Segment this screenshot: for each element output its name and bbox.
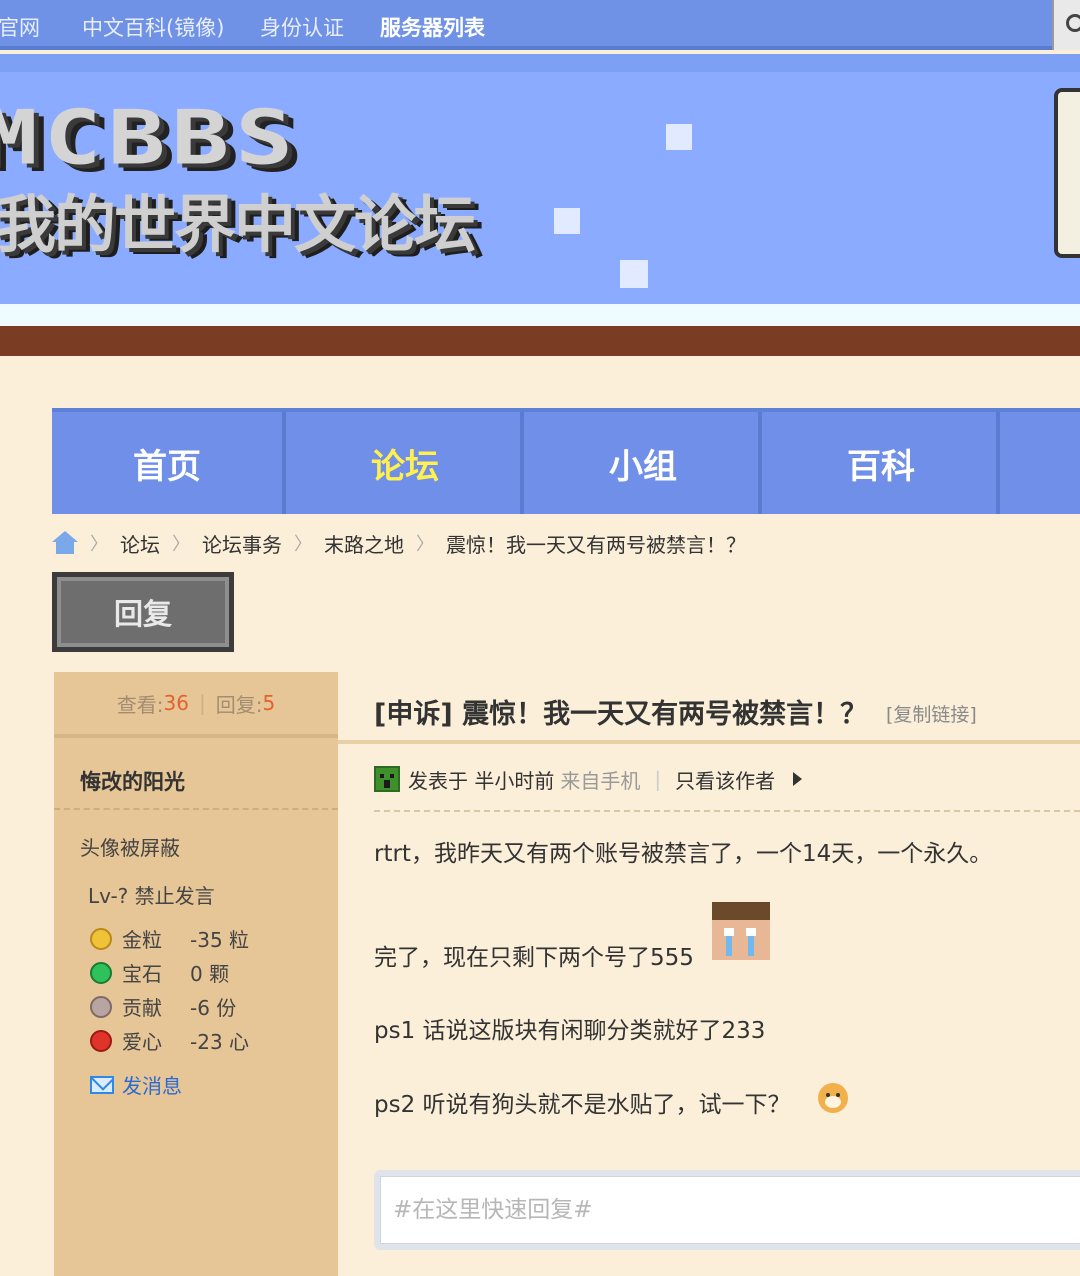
quick-reply-box: [374, 1170, 1080, 1250]
quick-reply-input[interactable]: [380, 1176, 1080, 1244]
tab-groups[interactable]: 小组: [528, 412, 762, 514]
top-nav-bar: 官网 中文百科(镜像) 身份认证 服务器列表: [0, 0, 1080, 50]
top-nav-official-site[interactable]: 官网: [0, 12, 40, 42]
creeper-icon: [374, 766, 400, 792]
top-nav-server-list[interactable]: 服务器列表: [380, 12, 485, 42]
snowflake-decoration: [554, 208, 580, 234]
crying-face-emoji-icon: [712, 902, 770, 960]
post-meta: 发表于 半小时前 来自手机 | 只看该作者: [374, 764, 803, 794]
tab-home[interactable]: 首页: [52, 412, 286, 514]
stat-gold: 金粒 -35 粒: [90, 924, 249, 953]
banner-side-widget[interactable]: [1054, 88, 1080, 258]
author-sidebar: 查看: 36 | 回复: 5 悔改的阳光 头像被屏蔽 Lv-? 禁止发言 金粒 …: [54, 672, 338, 1276]
post-paragraph: 完了，现在只剩下两个号了555: [374, 945, 694, 971]
post-title: [申诉] 震惊！我一天又有两号被禁言！？: [374, 699, 868, 730]
post-paragraph: ps1 话说这版块有闲聊分类就好了233: [374, 1018, 766, 1044]
breadcrumb: 〉 论坛 〉 论坛事务 〉 末路之地 〉 震惊！我一天又有两号被禁言！？: [52, 528, 746, 558]
views-count: 36: [163, 691, 189, 715]
play-arrow-icon[interactable]: [793, 772, 803, 786]
gold-nugget-icon: [90, 927, 112, 950]
top-nav-wiki-mirror[interactable]: 中文百科(镜像): [82, 12, 224, 42]
dirt-strip: [0, 326, 1080, 356]
snowflake-decoration: [620, 260, 648, 288]
search-icon: [1066, 14, 1080, 32]
mail-icon: [90, 1075, 114, 1094]
replies-count: 5: [262, 691, 276, 715]
reply-button[interactable]: 回复: [52, 572, 234, 652]
breadcrumb-item-board[interactable]: 末路之地: [324, 529, 404, 558]
views-label: 查看:: [116, 692, 164, 717]
home-icon[interactable]: [52, 531, 78, 555]
stat-heart: 爱心 -23 心: [90, 1026, 249, 1055]
search-button[interactable]: [1052, 0, 1080, 50]
breadcrumb-item-forum[interactable]: 论坛: [120, 529, 160, 558]
site-logo[interactable]: MCBBS: [0, 94, 299, 181]
author-name[interactable]: 悔改的阳光: [80, 766, 185, 796]
replies-label: 回复:: [215, 692, 263, 717]
site-banner: MCBBS 我的世界中文论坛: [0, 54, 1080, 304]
post-paragraph: rtrt，我昨天又有两个账号被禁言了，一个14天，一个永久。: [374, 841, 993, 867]
author-level[interactable]: Lv-? 禁止发言: [88, 880, 215, 909]
contribution-icon: [90, 995, 112, 1018]
tab-wiki[interactable]: 百科: [766, 412, 1000, 514]
snowflake-decoration: [666, 124, 692, 150]
copy-link-button[interactable]: [复制链接]: [886, 700, 977, 727]
thread-stats: 查看: 36 | 回复: 5: [54, 672, 338, 738]
site-logo-subtitle: 我的世界中文论坛: [0, 188, 476, 261]
tab-forum[interactable]: 论坛: [290, 412, 524, 514]
doge-emoji-icon: [818, 1083, 848, 1113]
emerald-icon: [90, 961, 112, 984]
breadcrumb-item-thread[interactable]: 震惊！我一天又有两号被禁言！？: [446, 529, 746, 558]
apple-icon: [90, 1029, 112, 1052]
breadcrumb-item-forum-affairs[interactable]: 论坛事务: [202, 529, 282, 558]
post-title-row: [申诉] 震惊！我一天又有两号被禁言！？ [复制链接]: [338, 672, 1080, 744]
post-time: 发表于 半小时前: [408, 768, 555, 793]
post-paragraph: ps2 听说有狗头就不是水贴了，试一下？: [374, 1092, 791, 1118]
avatar-blocked-notice: 头像被屏蔽: [80, 836, 180, 860]
stat-contribution: 贡献 -6 份: [90, 992, 236, 1021]
stat-emerald: 宝石 0 颗: [90, 958, 229, 987]
send-message-link[interactable]: 发消息: [90, 1070, 182, 1099]
main-nav: 首页 论坛 小组 百科: [52, 408, 1080, 514]
post-source: 来自手机: [560, 768, 641, 793]
author-only-link[interactable]: 只看该作者: [675, 765, 775, 794]
top-nav-identity-auth[interactable]: 身份认证: [260, 12, 344, 42]
